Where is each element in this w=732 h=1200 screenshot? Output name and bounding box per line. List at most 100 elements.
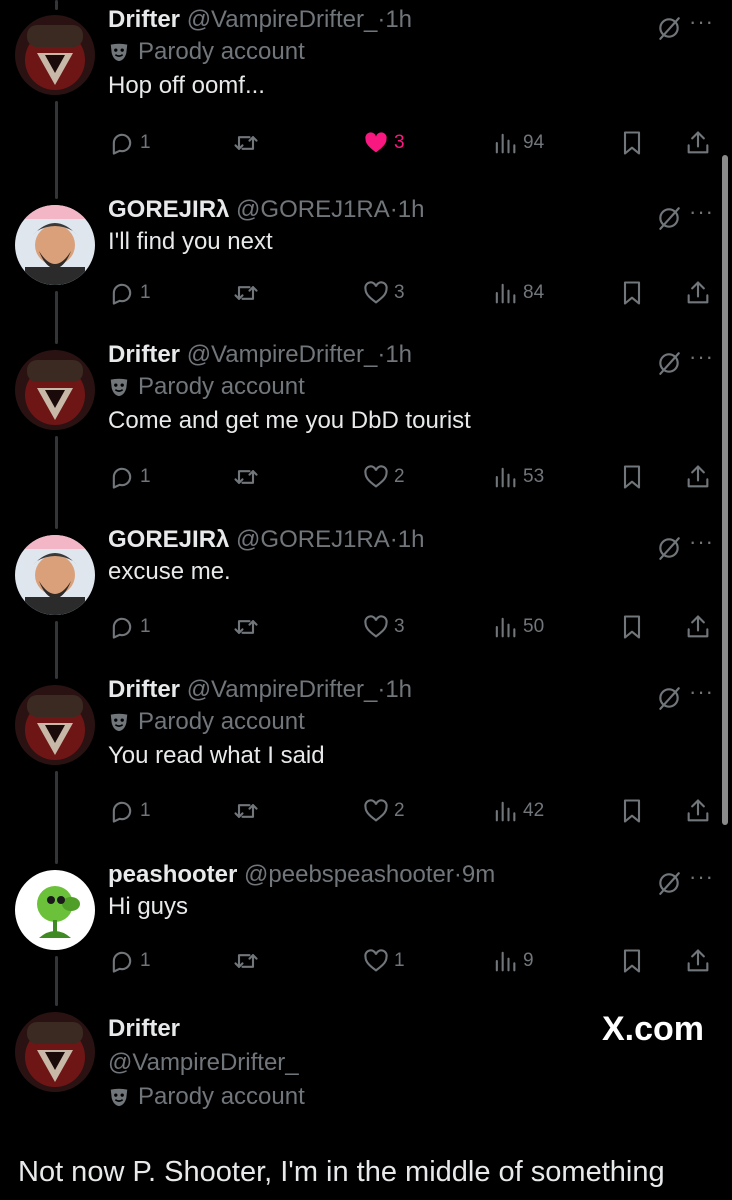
author-handle[interactable]: @VampireDrifter_ [187, 341, 378, 368]
like-button[interactable]: 2 [362, 796, 405, 826]
heart-icon [362, 463, 390, 491]
scrollbar[interactable] [722, 155, 728, 825]
views-button[interactable]: 94 [491, 128, 544, 158]
reply-button[interactable]: 1 [108, 128, 151, 158]
reply-button[interactable]: 1 [108, 462, 151, 492]
share-button[interactable] [684, 128, 712, 158]
retweet-button[interactable] [232, 278, 260, 308]
retweet-button[interactable] [232, 796, 260, 826]
views-icon [491, 797, 519, 825]
views-button[interactable]: 53 [491, 462, 544, 492]
author-handle[interactable]: @GOREJ1RA [236, 196, 390, 223]
like-button[interactable]: 3 [362, 612, 405, 642]
retweet-button[interactable] [232, 462, 260, 492]
more-icon[interactable]: ··· [689, 199, 714, 225]
reply-button[interactable]: 1 [108, 278, 151, 308]
author-name[interactable]: Drifter [108, 341, 180, 368]
timestamp[interactable]: 1h [385, 676, 412, 703]
views-icon [491, 129, 519, 157]
tweet-actions: 1 2 53 [108, 462, 732, 492]
retweet-icon [232, 613, 260, 641]
share-button[interactable] [684, 796, 712, 826]
share-icon [684, 463, 712, 491]
share-button[interactable] [684, 946, 712, 976]
avatar[interactable] [15, 205, 95, 285]
more-icon[interactable]: ··· [689, 679, 714, 705]
timestamp[interactable]: 9m [462, 861, 495, 888]
author-name[interactable]: GOREJIRλ [108, 196, 229, 223]
tweet-text: I'll find you next [108, 228, 273, 255]
reply-button[interactable]: 1 [108, 612, 151, 642]
tweet-text: Hop off oomf... [108, 72, 265, 99]
timestamp[interactable]: 1h [385, 341, 412, 368]
parody-label: Parody account [108, 705, 712, 739]
views-button[interactable]: 9 [491, 946, 534, 976]
tweet-actions: 1 3 50 [108, 612, 732, 642]
retweet-button[interactable] [232, 612, 260, 642]
more-icon[interactable]: ··· [689, 529, 714, 555]
author-name[interactable]: GOREJIRλ [108, 526, 229, 553]
bookmark-button[interactable] [618, 462, 646, 492]
like-button[interactable]: 2 [362, 462, 405, 492]
bookmark-button[interactable] [618, 612, 646, 642]
retweet-button[interactable] [232, 946, 260, 976]
share-icon [684, 797, 712, 825]
reply-icon [108, 279, 136, 307]
grok-icon[interactable] [656, 535, 682, 561]
grok-icon[interactable] [656, 205, 682, 231]
views-button[interactable]: 42 [491, 796, 544, 826]
share-button[interactable] [684, 278, 712, 308]
avatar[interactable] [15, 870, 95, 950]
author-handle[interactable]: @peebspeashooter [244, 861, 454, 888]
author-name[interactable]: Drifter [108, 1015, 180, 1042]
tweet-text: Hi guys [108, 893, 189, 920]
bookmark-icon [618, 613, 646, 641]
watermark: X.com [601, 1010, 704, 1048]
grok-icon[interactable] [656, 350, 682, 376]
views-button[interactable]: 84 [491, 278, 544, 308]
separator-dot: · [453, 861, 462, 888]
more-icon[interactable]: ··· [689, 344, 714, 370]
author-handle[interactable]: @VampireDrifter_ [187, 676, 378, 703]
like-button[interactable]: 3 [362, 128, 405, 158]
grok-icon[interactable] [656, 685, 682, 711]
timestamp[interactable]: 1h [385, 6, 412, 33]
more-icon[interactable]: ··· [689, 9, 714, 35]
avatar[interactable] [15, 350, 95, 430]
bookmark-button[interactable] [618, 946, 646, 976]
views-icon [491, 279, 519, 307]
parody-mask-icon [108, 41, 130, 63]
parody-label: Parody account [108, 1080, 712, 1114]
timestamp[interactable]: 1h [398, 196, 425, 223]
author-handle[interactable]: @VampireDrifter_ [187, 6, 378, 33]
parody-label: Parody account [108, 370, 712, 404]
bookmark-button[interactable] [618, 128, 646, 158]
views-button[interactable]: 50 [491, 612, 544, 642]
avatar[interactable] [15, 535, 95, 615]
reply-button[interactable]: 1 [108, 946, 151, 976]
retweet-button[interactable] [232, 128, 260, 158]
heart-icon [362, 947, 390, 975]
author-handle[interactable]: @VampireDrifter_ [108, 1049, 299, 1076]
retweet-icon [232, 279, 260, 307]
grok-icon[interactable] [656, 870, 682, 896]
timestamp[interactable]: 1h [398, 526, 425, 553]
author-name[interactable]: Drifter [108, 6, 180, 33]
more-icon[interactable]: ··· [689, 864, 714, 890]
bookmark-button[interactable] [618, 796, 646, 826]
share-button[interactable] [684, 612, 712, 642]
avatar[interactable] [15, 1012, 95, 1092]
grok-icon[interactable] [656, 15, 682, 41]
avatar[interactable] [15, 685, 95, 765]
reply-button[interactable]: 1 [108, 796, 151, 826]
author-handle[interactable]: @GOREJ1RA [236, 526, 390, 553]
avatar[interactable] [15, 15, 95, 95]
like-button[interactable]: 1 [362, 946, 405, 976]
separator-dot: · [389, 526, 398, 553]
author-name[interactable]: Drifter [108, 676, 180, 703]
bookmark-button[interactable] [618, 278, 646, 308]
share-button[interactable] [684, 462, 712, 492]
like-button[interactable]: 3 [362, 278, 405, 308]
author-name[interactable]: peashooter [108, 861, 237, 888]
retweet-icon [232, 129, 260, 157]
